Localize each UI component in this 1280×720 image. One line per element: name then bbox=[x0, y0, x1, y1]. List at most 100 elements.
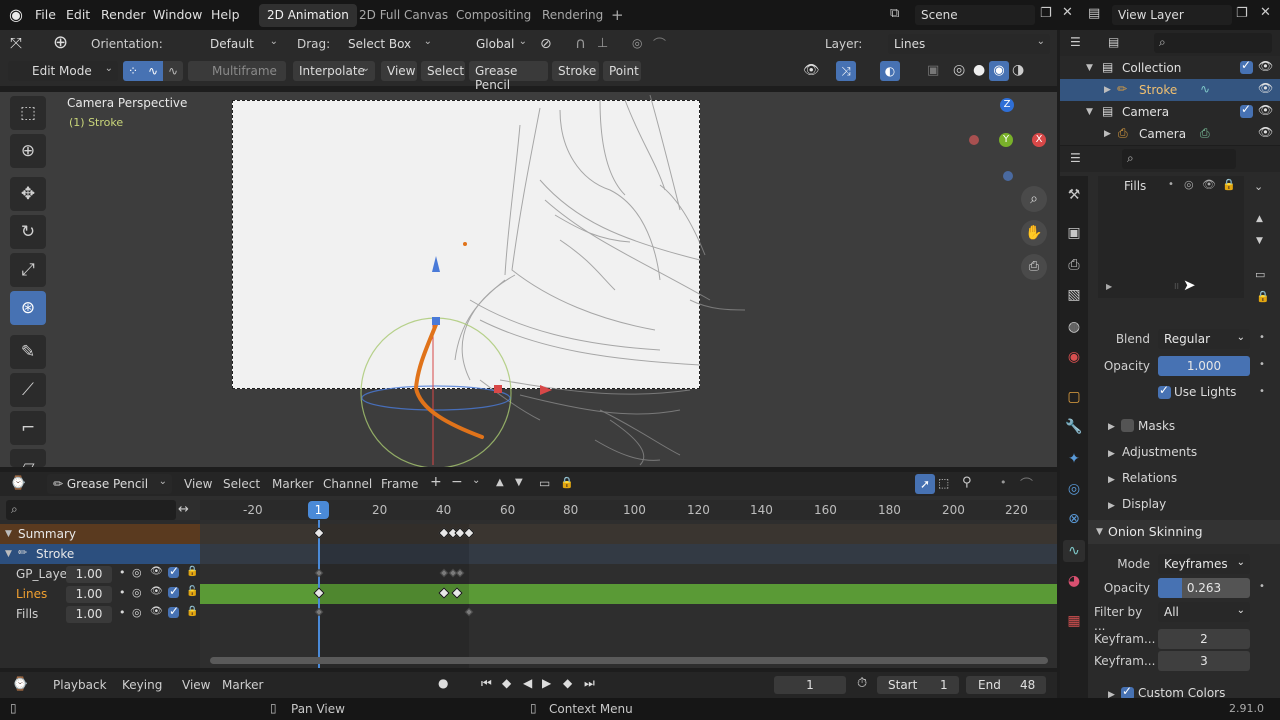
view-layer-selector[interactable]: View Layer bbox=[1112, 5, 1232, 25]
list-expand-icon[interactable]: ▶ bbox=[1106, 282, 1112, 291]
outliner-row-camera[interactable]: ▶ ⎙ Camera ⎙ 👁 bbox=[1060, 123, 1280, 145]
axis-y-icon[interactable]: Y bbox=[999, 133, 1013, 147]
onion-icon[interactable]: ◎ bbox=[132, 606, 142, 619]
measure-tool-icon[interactable]: ⟋ bbox=[10, 373, 46, 407]
transform-tool-icon[interactable]: ⊛ bbox=[10, 291, 46, 325]
expand-triangle-icon[interactable]: ▶ bbox=[1108, 449, 1115, 459]
next-keyframe-icon[interactable]: ◆ bbox=[563, 676, 572, 690]
scene-icon[interactable]: ⧉ bbox=[890, 6, 899, 21]
lock-layers-icon[interactable]: 🔒 bbox=[560, 476, 574, 489]
select-points-icon[interactable]: ⁘ bbox=[123, 61, 143, 81]
world-tab-icon[interactable]: ◉ bbox=[1063, 346, 1085, 368]
transform-pivot-icon[interactable]: ⊕ bbox=[53, 32, 68, 53]
section-relations[interactable]: Relations bbox=[1122, 471, 1177, 485]
outliner-row-stroke[interactable]: ▶ ✏ Stroke ∿ 👁 bbox=[1060, 79, 1280, 101]
zoom-icon[interactable]: ⌕ bbox=[1021, 186, 1047, 212]
start-frame-field[interactable]: Start 1 bbox=[877, 676, 959, 694]
use-lights-checkbox[interactable] bbox=[1158, 383, 1171, 399]
channel-gp-layer[interactable]: GP_Layer 1.00 • ◎ 👁 🔒 bbox=[0, 564, 200, 584]
ds-view-menu[interactable]: View bbox=[184, 477, 212, 491]
magnet-icon[interactable]: ∩ bbox=[575, 34, 586, 52]
interpolate-dropdown[interactable]: Interpolate ⌄ bbox=[293, 61, 375, 81]
new-view-layer-icon[interactable]: ❐ bbox=[1236, 6, 1248, 21]
expand-triangle-icon[interactable]: ▼ bbox=[1086, 63, 1093, 73]
tab-compositing[interactable]: Compositing bbox=[448, 4, 539, 27]
expand-triangle-icon[interactable]: ▼ bbox=[5, 529, 12, 539]
play-reverse-icon[interactable]: ◀ bbox=[523, 676, 532, 690]
move-layer-down-icon[interactable]: ▼ bbox=[515, 477, 523, 488]
shading-solid-icon[interactable]: ● bbox=[973, 62, 985, 78]
list-resize-handle-icon[interactable]: ⁝⁝ bbox=[1174, 282, 1179, 291]
menu-render[interactable]: Render bbox=[101, 7, 146, 22]
modifiers-tab-icon[interactable]: 🔧 bbox=[1063, 416, 1085, 438]
blend-dropdown[interactable]: Regular ⌄ bbox=[1158, 329, 1250, 349]
expand-triangle-icon[interactable]: ▶ bbox=[1108, 501, 1115, 511]
move-up-icon[interactable]: ▲ bbox=[1256, 214, 1263, 224]
channel-lines[interactable]: Lines 1.00 • ◎ 👁 🔓 bbox=[0, 584, 200, 604]
grease-pencil-menu[interactable]: Grease Pencil bbox=[469, 61, 548, 92]
channel-opacity-field[interactable]: 1.00 bbox=[66, 566, 112, 583]
remove-scene-icon[interactable]: ✕ bbox=[1062, 5, 1073, 20]
add-workspace-icon[interactable]: + bbox=[611, 6, 624, 24]
tool-icon[interactable]: ⤧ bbox=[10, 34, 22, 52]
shading-material-icon[interactable]: ◉ bbox=[989, 61, 1009, 81]
editor-type-icon[interactable]: ⌚ bbox=[10, 476, 26, 491]
snap-icon[interactable]: ⊘ bbox=[540, 36, 552, 52]
point-menu[interactable]: Point bbox=[603, 61, 641, 81]
jump-end-icon[interactable]: ⏭ bbox=[584, 676, 595, 691]
cursor-tool-icon[interactable]: ⊕ bbox=[10, 134, 46, 168]
onion-icon[interactable]: ◎ bbox=[132, 586, 142, 599]
onion-mode-dropdown[interactable]: Keyframes ⌄ bbox=[1158, 554, 1250, 574]
layer-lock-icon[interactable]: 🔒 bbox=[1222, 178, 1236, 191]
keyframe-dot-icon[interactable]: • bbox=[1259, 332, 1265, 343]
stopwatch-icon[interactable]: ⏱ bbox=[857, 676, 867, 691]
expand-triangle-icon[interactable]: ▼ bbox=[5, 549, 12, 559]
camera-view-icon[interactable]: ⎙ bbox=[1021, 254, 1047, 280]
outliner-row-camera-collection[interactable]: ▼ ▤ Camera 👁 bbox=[1060, 101, 1280, 123]
prev-keyframe-icon[interactable]: ◆ bbox=[502, 676, 511, 690]
gizmo-handle-blue[interactable] bbox=[432, 317, 440, 325]
ds-select-menu[interactable]: Select bbox=[223, 477, 260, 491]
opacity-slider[interactable]: 1.000 bbox=[1158, 356, 1250, 376]
mode-dropdown[interactable]: Edit Mode ⌄ bbox=[8, 61, 118, 81]
ds-frame-menu[interactable]: Frame bbox=[381, 477, 418, 491]
gizmo-arrow-red[interactable] bbox=[540, 385, 552, 395]
channel-search[interactable]: ⌕ bbox=[6, 500, 176, 520]
outliner-row-collection[interactable]: ▼ ▤ Collection 👁 bbox=[1060, 57, 1280, 79]
snap-target-icon[interactable]: ⊥ bbox=[597, 36, 608, 51]
onion-toggle-icon[interactable]: ▭ bbox=[539, 476, 550, 490]
axis-neg-z-icon[interactable] bbox=[1003, 171, 1013, 181]
eye-icon[interactable]: 👁 bbox=[1258, 125, 1273, 139]
menu-help[interactable]: Help bbox=[211, 7, 240, 22]
stroke-menu[interactable]: Stroke bbox=[552, 61, 599, 81]
tab-rendering[interactable]: Rendering bbox=[534, 4, 611, 27]
pan-hand-icon[interactable]: ✋ bbox=[1021, 220, 1047, 246]
orientation-dropdown[interactable]: Default ⌄ bbox=[186, 34, 283, 54]
remove-layer-icon[interactable]: − bbox=[451, 474, 463, 490]
move-down-icon[interactable]: ▼ bbox=[1256, 236, 1263, 246]
channel-opacity-field[interactable]: 1.00 bbox=[66, 606, 112, 623]
onion-icon[interactable]: ◎ bbox=[132, 566, 142, 579]
section-adjustments[interactable]: Adjustments bbox=[1122, 445, 1197, 459]
blender-logo-icon[interactable]: ◉ bbox=[9, 5, 23, 24]
bend-tool-icon[interactable]: ⌐ bbox=[10, 411, 46, 445]
masks-checkbox[interactable] bbox=[1121, 419, 1134, 432]
exclude-checkbox[interactable] bbox=[1240, 102, 1253, 118]
view-menu[interactable]: View bbox=[381, 61, 417, 81]
eye-icon[interactable]: 👁 bbox=[150, 566, 163, 577]
horizontal-scrollbar[interactable] bbox=[210, 657, 1048, 664]
only-selected-icon[interactable]: ➚ bbox=[915, 474, 935, 494]
select-stroke-icon[interactable]: ∿ bbox=[143, 61, 163, 81]
lock-icon[interactable]: 🔒 bbox=[186, 606, 198, 617]
transform-orientation-dropdown[interactable]: Global ⌄ bbox=[452, 34, 532, 54]
onion-opacity-slider[interactable]: 0.263 bbox=[1158, 578, 1250, 598]
layer-dropdown[interactable]: Lines ⌄ bbox=[888, 34, 1050, 54]
onion-dot-icon[interactable]: • bbox=[119, 606, 126, 619]
onion-skinning-panel-header[interactable]: ▼ Onion Skinning bbox=[1088, 520, 1280, 544]
annotate-tool-icon[interactable]: ✎ bbox=[10, 335, 46, 369]
outliner-search[interactable]: ⌕ bbox=[1154, 33, 1272, 53]
record-icon[interactable]: ● bbox=[438, 676, 448, 690]
channel-fills[interactable]: Fills 1.00 • ◎ 👁 🔒 bbox=[0, 604, 200, 624]
tool-tab-icon[interactable]: ⚒ bbox=[1063, 184, 1085, 206]
keyframe-dot-icon[interactable]: • bbox=[1259, 581, 1265, 592]
